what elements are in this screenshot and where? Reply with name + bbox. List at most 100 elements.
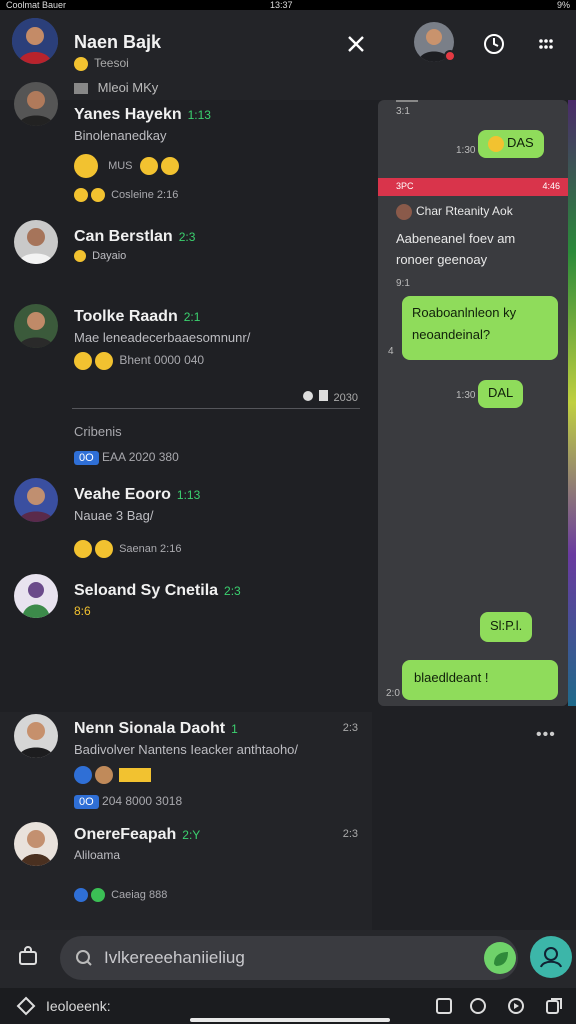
chat-reactions — [74, 766, 152, 784]
drag-handle[interactable] — [396, 100, 418, 102]
chat-meta: 0O 204 8000 3018 — [74, 794, 182, 809]
chat-name: Nenn Sionala Daoht 1 — [74, 720, 238, 738]
windows-button[interactable] — [540, 992, 568, 1020]
chat-name-text: Yanes Hayekn — [74, 106, 182, 123]
chat-row[interactable]: Nenn Sionala Daoht 1 2:3 Badivolver Nante… — [0, 712, 372, 822]
chat-meta-text: Caeiag 888 — [111, 888, 168, 901]
emoji-icon — [74, 766, 92, 784]
message-text: DAL — [488, 385, 514, 400]
timer-button[interactable] — [480, 30, 508, 58]
windows-icon — [546, 998, 562, 1014]
compass-button[interactable] — [464, 992, 492, 1020]
chat-row[interactable]: Toolke Raadn 2:1 Mae leneadecerbaaesomnun… — [0, 302, 372, 412]
person-icon — [14, 304, 58, 348]
chat-header: Naen Bajk Teesoi Mleoi MKy — [0, 10, 576, 100]
chat-name-text: Toolke Raadn — [74, 308, 178, 325]
leaf-icon — [494, 952, 508, 966]
person-icon — [14, 822, 58, 866]
emoji-icon — [91, 888, 105, 902]
chat-preview: 8:6 — [74, 604, 91, 618]
emoji-icon — [74, 888, 88, 902]
play-circle-icon — [508, 998, 524, 1014]
chat-preview-text: Dayaio — [92, 250, 127, 262]
person-icon — [14, 478, 58, 522]
label-chip — [119, 768, 152, 782]
play-button[interactable] — [502, 992, 530, 1020]
outgoing-message[interactable]: blaedldeant ! — [402, 660, 558, 700]
sticker-button[interactable] — [484, 942, 516, 974]
message-text: Sl:P.l. — [490, 618, 523, 633]
profile-avatar[interactable] — [12, 18, 58, 64]
diamond-icon — [16, 996, 36, 1016]
conversation-panel: 3:1 1:30 DAS 3PC 4:46 Char Rteanity Aok … — [378, 100, 568, 706]
attach-button[interactable] — [14, 942, 42, 970]
section-divider — [72, 408, 360, 409]
chat-avatar — [14, 574, 58, 618]
person-icon — [14, 714, 58, 758]
outgoing-message[interactable]: DAS — [478, 130, 544, 158]
chat-name-text: Can Berstlan — [74, 228, 173, 245]
close-icon — [348, 36, 364, 52]
forwarded-text: Aabeneanel foev am ronoer geenoay — [396, 231, 516, 267]
pages-icon — [318, 390, 328, 401]
chat-preview: Mae leneadecerbaaesomnunr/ — [74, 330, 251, 345]
outgoing-message[interactable]: Sl:P.l. — [480, 612, 533, 642]
chat-row[interactable]: Veahe Eooro 1:13 Nauae 3 Bag/ Saenan 2:16 — [0, 476, 372, 566]
chat-meta: Cosleine 2:16 — [74, 188, 178, 202]
chat-list: Yanes Hayekn 1:13 Binolenanedkay MUS Cosl… — [0, 82, 372, 932]
header-title: Naen Bajk — [74, 32, 162, 52]
voice-button[interactable] — [530, 936, 572, 978]
message-time: 1:30 — [456, 390, 476, 401]
emoji-icon — [91, 188, 105, 202]
header-subtitle-text: Teesoi — [94, 56, 129, 70]
chat-row[interactable]: Can Berstlan 2:3 Dayaio — [0, 218, 372, 298]
diamond-button[interactable] — [12, 992, 40, 1020]
overflow-menu-icon[interactable]: ••• — [536, 726, 556, 744]
chat-name: Can Berstlan 2:3 — [74, 228, 195, 246]
chat-row[interactable]: OnereFeapah 2:Y 2:3 Aliloama Caeiag 888 — [0, 822, 372, 932]
emoji-icon — [139, 157, 158, 175]
badge: 0O — [74, 451, 99, 465]
outgoing-message[interactable]: DAL — [478, 380, 524, 408]
chat-avatar — [14, 220, 58, 264]
notification-dot — [444, 50, 456, 62]
chat-name: Veahe Eooro 1:13 — [74, 486, 200, 504]
section-date-text: EAA 2020 380 — [102, 450, 179, 464]
chat-tag: 1 — [231, 722, 238, 736]
close-button[interactable] — [342, 30, 370, 58]
reply-icon — [302, 391, 313, 401]
chat-row[interactable]: Seloand Sy Cnetila 2:3 8:6 — [0, 572, 372, 662]
outgoing-message[interactable]: Roaboanlnleon ky neoandeinal? — [402, 296, 558, 360]
chat-meta: Saenan 2:16 — [74, 540, 181, 558]
emoji-icon — [74, 250, 86, 263]
message-time: 9:1 — [396, 278, 410, 289]
section-label: Cribenis — [74, 424, 122, 439]
chat-time: 2:3 — [342, 828, 358, 840]
chat-name: OnereFeapah 2:Y — [74, 826, 200, 844]
emoji-icon — [74, 56, 88, 71]
message-input[interactable]: Ivlkereeehaniieliug — [60, 936, 518, 980]
person-circle-icon — [540, 947, 562, 968]
chat-meta: Caeiag 888 — [74, 888, 167, 902]
chat-row[interactable]: Yanes Hayekn 1:13 Binolenanedkay MUS Cosl… — [0, 82, 372, 210]
folder-icon — [74, 83, 88, 95]
forwarded-sender: Char Rteanity Aok — [396, 204, 513, 220]
header-subtitle2-text: Mleoi MKy — [97, 80, 159, 95]
chat-avatar — [14, 714, 58, 758]
chat-reactions: MUS — [74, 154, 182, 178]
message-time: 1:30 — [456, 145, 476, 156]
chat-preview: Nauae 3 Bag/ — [74, 508, 154, 523]
chat-avatar — [14, 822, 58, 866]
copy-button[interactable] — [430, 992, 458, 1020]
background-strip — [568, 100, 576, 706]
header-subtitle: Teesoi — [74, 56, 129, 71]
badge: 0O — [74, 795, 99, 809]
message-time: 2:0 — [386, 688, 400, 699]
home-indicator[interactable] — [190, 1018, 390, 1022]
chat-footer-time: 2030 — [302, 390, 358, 404]
date-label: 2030 — [333, 392, 358, 404]
emoji-icon — [74, 188, 88, 202]
forwarded-time: 4:46 — [542, 181, 560, 191]
bottom-bar: Ieoloeenk: — [0, 988, 576, 1024]
more-button[interactable] — [532, 30, 560, 58]
